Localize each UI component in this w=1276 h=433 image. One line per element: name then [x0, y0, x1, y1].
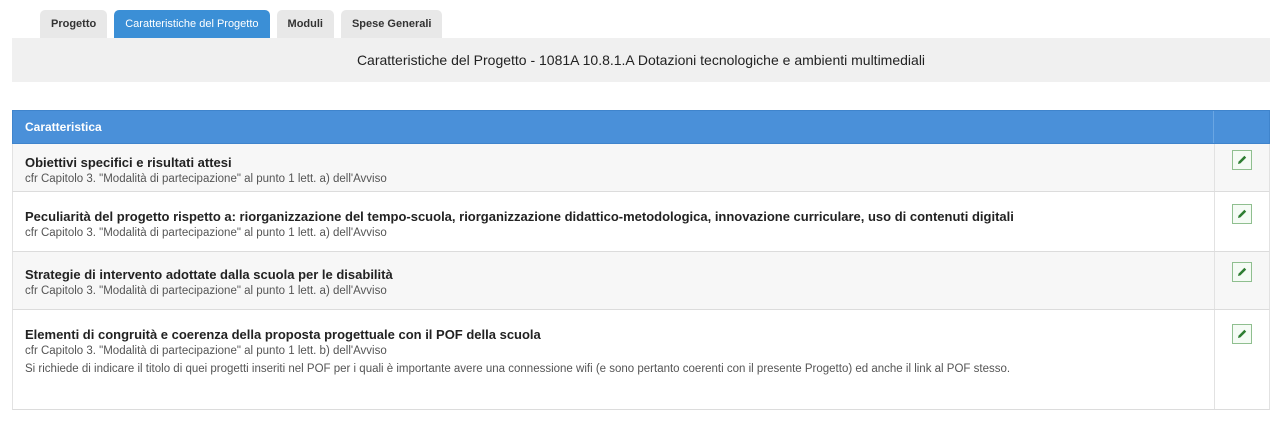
column-header-actions: [1213, 111, 1269, 143]
row-actions: [1214, 310, 1269, 409]
row-content: Obiettivi specifici e risultati attesi c…: [13, 144, 1214, 191]
edit-pencil-icon: [1238, 267, 1247, 276]
tab-bar: Progetto Caratteristiche del Progetto Mo…: [40, 10, 443, 38]
edit-button[interactable]: [1232, 150, 1252, 170]
column-header-caratteristica: Caratteristica: [25, 120, 102, 134]
edit-pencil-icon: [1238, 209, 1247, 218]
edit-button[interactable]: [1232, 204, 1252, 224]
row-actions: [1214, 144, 1269, 191]
table-row: Peculiarità del progetto rispetto a: rio…: [12, 192, 1270, 252]
row-actions: [1214, 192, 1269, 251]
row-title: Strategie di intervento adottate dalla s…: [25, 267, 393, 282]
row-title: Obiettivi specifici e risultati attesi: [25, 155, 232, 170]
row-content: Elementi di congruità e coerenza della p…: [13, 310, 1214, 409]
tab-spese-generali[interactable]: Spese Generali: [340, 10, 443, 38]
table-row: Elementi di congruità e coerenza della p…: [12, 310, 1270, 410]
row-subtitle: cfr Capitolo 3. "Modalità di partecipazi…: [25, 173, 387, 185]
caratteristiche-table: Caratteristica Obiettivi specifici e ris…: [12, 110, 1270, 410]
table-row: Obiettivi specifici e risultati attesi c…: [12, 144, 1270, 192]
table-row: Strategie di intervento adottate dalla s…: [12, 252, 1270, 310]
page: Progetto Caratteristiche del Progetto Mo…: [0, 0, 1276, 433]
tab-progetto[interactable]: Progetto: [40, 10, 108, 38]
table-header: Caratteristica: [12, 110, 1270, 144]
row-content: Strategie di intervento adottate dalla s…: [13, 252, 1214, 309]
tab-caratteristiche[interactable]: Caratteristiche del Progetto: [114, 10, 270, 38]
row-subtitle: cfr Capitolo 3. "Modalità di partecipazi…: [25, 345, 387, 357]
row-subtitle: cfr Capitolo 3. "Modalità di partecipazi…: [25, 285, 387, 297]
edit-button[interactable]: [1232, 262, 1252, 282]
edit-pencil-icon: [1238, 329, 1247, 338]
edit-pencil-icon: [1238, 155, 1247, 164]
edit-button[interactable]: [1232, 324, 1252, 344]
row-content: Peculiarità del progetto rispetto a: rio…: [13, 192, 1214, 251]
row-actions: [1214, 252, 1269, 309]
page-title: Caratteristiche del Progetto - 1081A 10.…: [12, 38, 1270, 82]
row-subtitle: cfr Capitolo 3. "Modalità di partecipazi…: [25, 227, 387, 239]
row-title: Elementi di congruità e coerenza della p…: [25, 327, 541, 342]
row-title: Peculiarità del progetto rispetto a: rio…: [25, 209, 1014, 224]
row-note: Si richiede di indicare il titolo di que…: [25, 363, 1011, 375]
tab-moduli[interactable]: Moduli: [276, 10, 334, 38]
